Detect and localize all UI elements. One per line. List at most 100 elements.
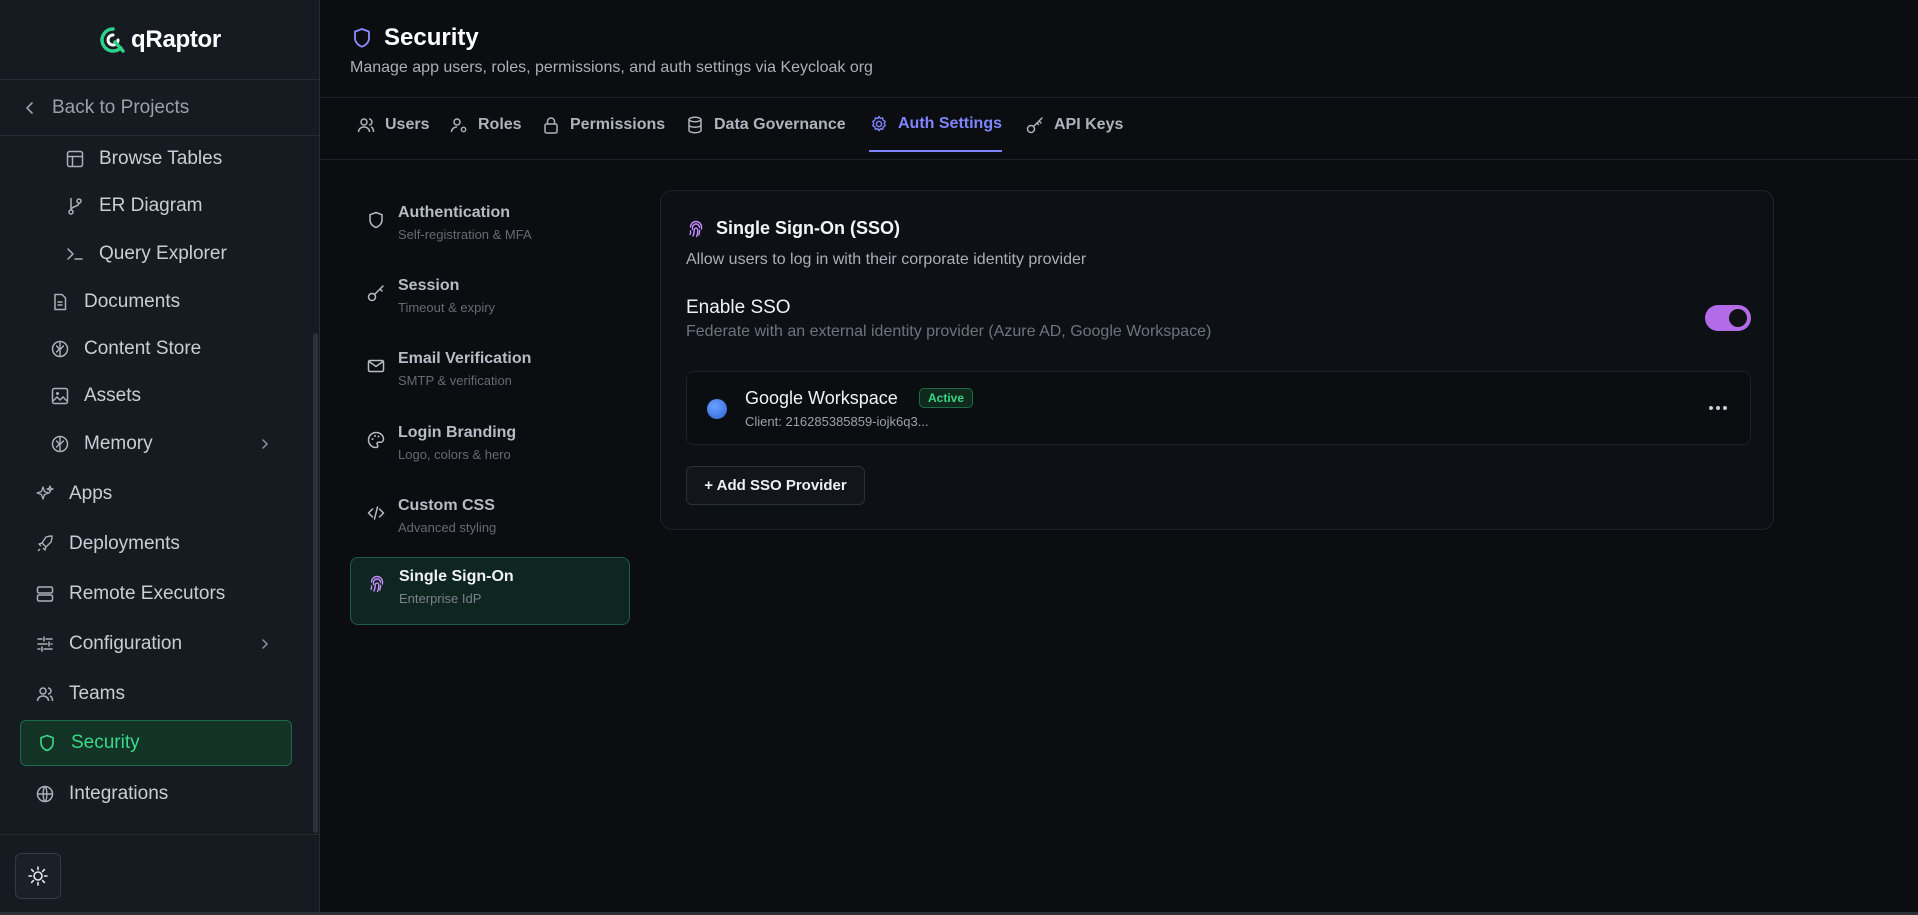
sidebar-item-label: Deployments xyxy=(69,533,180,554)
fingerprint-icon xyxy=(370,575,384,593)
sidebar-item-deployments[interactable]: Deployments xyxy=(35,522,180,566)
sidebar-item-label: Integrations xyxy=(69,783,169,804)
code-icon xyxy=(367,506,385,520)
terminal-icon xyxy=(67,248,83,260)
shield-icon xyxy=(40,734,54,752)
tab-permissions[interactable]: Permissions xyxy=(541,98,665,152)
sidebar-item-teams[interactable]: Teams xyxy=(35,672,125,716)
security-tabs: Users Roles Permissions Data Governance … xyxy=(320,98,1918,160)
tab-auth-settings[interactable]: Auth Settings xyxy=(869,98,1002,152)
sun-icon xyxy=(28,866,48,886)
settings-nav-custom-css[interactable]: Custom CSS Advanced styling xyxy=(350,487,630,555)
user-cog-icon xyxy=(450,118,467,133)
sidebar-item-label: Teams xyxy=(69,683,125,704)
settings-nav-title: Single Sign-On xyxy=(399,568,514,585)
table-icon xyxy=(66,150,84,168)
chevron-left-icon xyxy=(26,101,33,114)
tab-users[interactable]: Users xyxy=(356,98,429,152)
sidebar-scrollbar[interactable] xyxy=(313,333,318,833)
back-to-projects-link[interactable]: Back to Projects xyxy=(0,80,320,136)
sidebar-item-remote-executors[interactable]: Remote Executors xyxy=(35,572,225,616)
settings-nav-title: Session xyxy=(398,277,460,294)
chevron-right-icon xyxy=(262,439,269,449)
tab-roles[interactable]: Roles xyxy=(449,98,522,152)
tab-label: Auth Settings xyxy=(898,115,1002,132)
sidebar-item-security[interactable]: Security xyxy=(20,720,292,766)
tab-label: Data Governance xyxy=(714,116,846,133)
provider-name: Google Workspace xyxy=(745,388,898,408)
git-branch-icon xyxy=(68,198,82,215)
sidebar-item-query-explorer[interactable]: Query Explorer xyxy=(65,232,227,276)
logo-text: qRaptor xyxy=(131,25,221,53)
sidebar-item-label: Remote Executors xyxy=(69,583,226,604)
gear-icon xyxy=(872,115,886,132)
sidebar-item-content-store[interactable]: Content Store xyxy=(50,327,201,371)
brain-icon xyxy=(51,340,69,358)
settings-nav-title: Login Branding xyxy=(398,424,517,441)
sso-subtitle: Allow users to log in with their corpora… xyxy=(686,251,1087,268)
sidebar-nav: Browse Tables ER Diagram Query Explorer … xyxy=(0,137,310,832)
sidebar-item-assets[interactable]: Assets xyxy=(50,374,141,418)
sso-provider-row[interactable]: Google Workspace Active Client: 21628538… xyxy=(686,371,1751,445)
settings-nav-authentication[interactable]: Authentication Self-registration & MFA xyxy=(350,194,630,262)
sidebar-item-label: Configuration xyxy=(69,633,183,654)
sidebar-item-configuration[interactable]: Configuration xyxy=(35,622,272,666)
settings-nav-single-sign-on[interactable]: Single Sign-On Enterprise IdP xyxy=(350,557,630,625)
more-options-button[interactable] xyxy=(1706,396,1730,420)
settings-nav-title: Authentication xyxy=(398,204,510,221)
sso-card: Single Sign-On (SSO) Allow users to log … xyxy=(660,190,1774,530)
users-icon xyxy=(357,118,375,133)
palette-icon xyxy=(367,431,385,449)
document-icon xyxy=(54,293,67,311)
sidebar-item-documents[interactable]: Documents xyxy=(50,280,180,324)
sidebar-item-label: Query Explorer xyxy=(99,243,227,264)
brain-icon xyxy=(51,435,69,453)
tab-label: Permissions xyxy=(570,116,666,133)
page-title: Security xyxy=(350,24,479,52)
sso-card-title: Single Sign-On (SSO) xyxy=(686,218,900,239)
settings-nav-desc: Self-registration & MFA xyxy=(398,227,532,242)
fingerprint-icon xyxy=(689,220,703,237)
key-icon xyxy=(367,285,384,302)
tab-data-governance[interactable]: Data Governance xyxy=(685,98,846,152)
page-subtitle: Manage app users, roles, permissions, an… xyxy=(350,59,873,76)
sidebar-item-apps[interactable]: Apps xyxy=(35,472,112,516)
settings-nav-desc: Advanced styling xyxy=(398,520,497,535)
chevron-right-icon xyxy=(262,639,269,649)
settings-nav-email-verification[interactable]: Email Verification SMTP & verification xyxy=(350,340,630,408)
globe-icon xyxy=(36,785,54,803)
sidebar-item-label: Browse Tables xyxy=(99,148,223,169)
sidebar-item-label: Apps xyxy=(69,483,113,504)
settings-nav-session[interactable]: Session Timeout & expiry xyxy=(350,267,630,335)
sidebar-item-integrations[interactable]: Integrations xyxy=(35,772,168,816)
qraptor-logo-icon xyxy=(100,26,125,53)
tab-api-keys[interactable]: API Keys xyxy=(1025,98,1123,152)
users-icon xyxy=(36,687,54,702)
logo[interactable]: qRaptor xyxy=(0,0,320,80)
mail-icon xyxy=(367,359,385,373)
sidebar-footer xyxy=(0,834,320,915)
enable-sso-toggle[interactable] xyxy=(1705,305,1751,331)
settings-nav-desc: Enterprise IdP xyxy=(399,591,482,606)
theme-toggle-button[interactable] xyxy=(15,853,61,899)
back-label: Back to Projects xyxy=(52,96,190,118)
toggle-knob xyxy=(1729,309,1747,327)
tab-label: Users xyxy=(385,116,430,133)
sidebar-item-label: Content Store xyxy=(84,338,202,359)
provider-client-id: Client: 216285385859-iojk6q3... xyxy=(745,414,929,429)
sidebar-item-er-diagram[interactable]: ER Diagram xyxy=(65,184,202,228)
server-icon xyxy=(36,586,54,602)
sidebar-item-memory[interactable]: Memory xyxy=(50,422,272,466)
tab-label: API Keys xyxy=(1054,116,1124,133)
image-icon xyxy=(51,387,69,405)
shield-icon xyxy=(369,211,383,229)
settings-nav-login-branding[interactable]: Login Branding Logo, colors & hero xyxy=(350,414,630,482)
tab-label: Roles xyxy=(478,116,522,133)
add-sso-provider-button[interactable]: + Add SSO Provider xyxy=(686,466,865,505)
dot xyxy=(1709,406,1713,410)
rocket-icon xyxy=(37,535,53,552)
shield-icon xyxy=(354,28,370,48)
sidebar-item-browse-tables[interactable]: Browse Tables xyxy=(65,137,222,181)
key-icon xyxy=(1026,117,1043,134)
settings-nav-title: Email Verification xyxy=(398,350,532,367)
